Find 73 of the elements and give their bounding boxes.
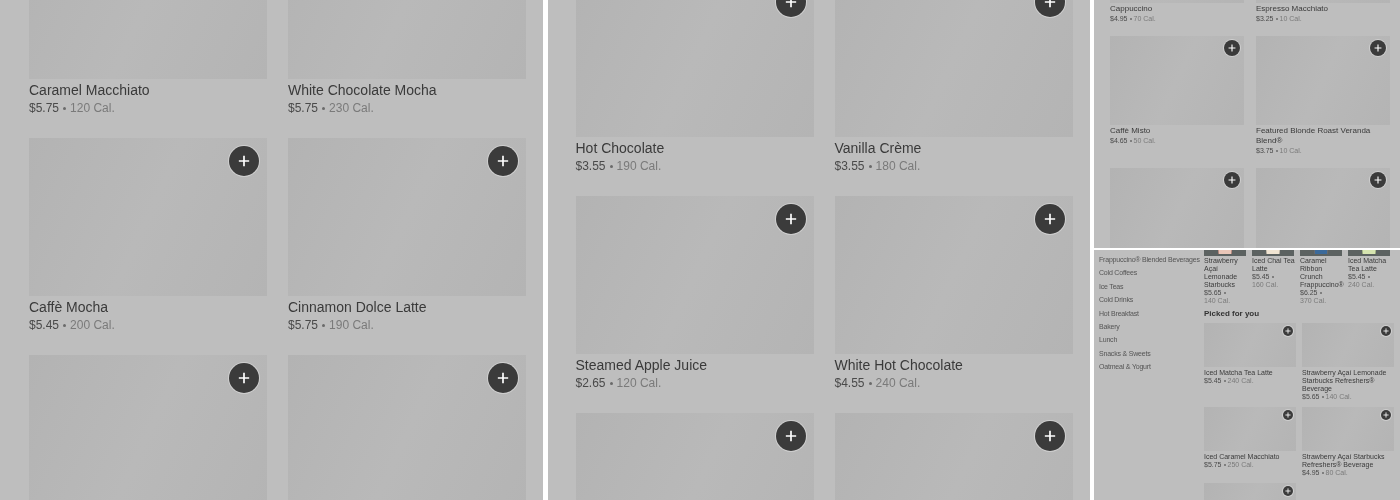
separator-dot — [609, 164, 613, 168]
item-calories: 240 Cal. — [875, 375, 921, 392]
plus-icon — [1285, 412, 1291, 418]
item-price: $2.65 — [575, 375, 606, 392]
plus-icon — [784, 213, 797, 225]
item-calories: 190 Cal. — [329, 317, 374, 334]
item-name[interactable]: Featured Blonde Roast Veranda Blend® — [1256, 126, 1390, 146]
add-button[interactable] — [1381, 410, 1391, 420]
item-calories: 120 Cal. — [616, 375, 662, 392]
add-button[interactable] — [229, 363, 259, 393]
add-button[interactable] — [1370, 40, 1386, 56]
separator-dot — [63, 323, 67, 327]
add-button[interactable] — [1370, 172, 1386, 188]
add-button[interactable] — [229, 146, 259, 176]
add-button[interactable] — [1283, 326, 1293, 336]
plus-icon — [1285, 328, 1291, 334]
add-button[interactable] — [1283, 410, 1293, 420]
plus-icon — [784, 0, 797, 8]
item-price: $4.55 — [834, 375, 865, 392]
item-calories: 200 Cal. — [70, 317, 115, 334]
add-button[interactable] — [1034, 204, 1065, 234]
item-name[interactable]: Hot Chocolate — [575, 139, 665, 157]
item-calories: 120 Cal. — [70, 100, 115, 117]
plus-icon — [1285, 488, 1291, 494]
plus-icon — [1043, 430, 1056, 442]
section-heading: Picked for you — [1204, 309, 1261, 319]
add-button[interactable] — [775, 421, 806, 451]
plus-icon — [238, 155, 250, 167]
plus-icon — [784, 430, 797, 442]
add-button[interactable] — [1224, 172, 1240, 188]
add-button[interactable] — [1224, 40, 1240, 56]
item-price: $5.75 — [29, 100, 60, 117]
plus-icon — [1383, 412, 1389, 418]
plus-icon — [1228, 176, 1236, 184]
item-price: $3.55 — [575, 158, 606, 175]
add-button[interactable] — [1283, 486, 1293, 496]
add-button[interactable] — [488, 146, 518, 176]
item-name[interactable]: White Chocolate Mocha — [288, 81, 437, 99]
plus-icon — [238, 372, 250, 384]
separator-dot — [609, 381, 613, 385]
plus-icon — [1374, 176, 1382, 184]
separator-dot — [322, 323, 326, 327]
plus-icon — [1043, 0, 1056, 8]
plus-icon — [1043, 213, 1056, 225]
item-calories: 180 Cal. — [875, 158, 921, 175]
item-price: $5.75 — [288, 317, 319, 334]
item-name[interactable]: Caffè Mocha — [29, 298, 109, 316]
add-button[interactable] — [1034, 421, 1065, 451]
item-name[interactable]: Caffè Misto — [1110, 126, 1151, 136]
plus-icon — [497, 372, 509, 384]
separator-dot — [868, 381, 872, 385]
add-button[interactable] — [488, 363, 518, 393]
item-price: $3.55 — [834, 158, 865, 175]
item-calories: 190 Cal. — [616, 158, 662, 175]
plus-icon — [1228, 44, 1236, 52]
separator-dot — [868, 164, 872, 168]
plus-icon — [1374, 44, 1382, 52]
item-calories: 230 Cal. — [329, 100, 374, 117]
add-button[interactable] — [1381, 326, 1391, 336]
item-name[interactable]: Steamed Apple Juice — [575, 356, 708, 374]
separator-dot — [63, 106, 67, 110]
item-price: $5.75 — [288, 100, 319, 117]
add-button[interactable] — [775, 204, 806, 234]
item-name[interactable]: Caramel Macchiato — [29, 81, 150, 99]
item-name[interactable]: White Hot Chocolate — [834, 356, 963, 374]
item-name[interactable]: Vanilla Crème — [834, 139, 922, 157]
item-name[interactable]: Cappuccino — [1110, 4, 1153, 14]
separator-dot — [322, 106, 326, 110]
plus-icon — [1383, 328, 1389, 334]
item-name[interactable]: Espresso Macchiato — [1256, 4, 1329, 14]
plus-icon — [497, 155, 509, 167]
item-name[interactable]: Cinnamon Dolce Latte — [288, 298, 427, 316]
item-price: $5.45 — [29, 317, 60, 334]
